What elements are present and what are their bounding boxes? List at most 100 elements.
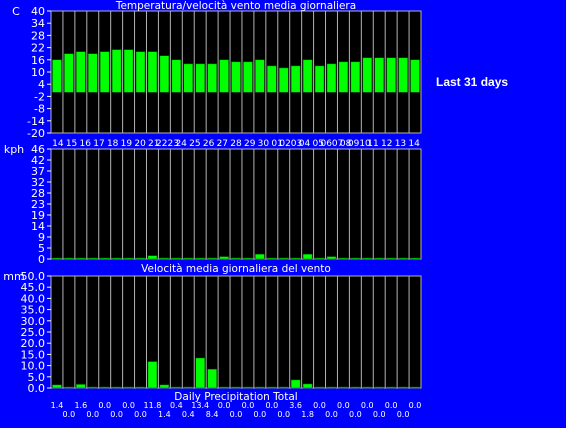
bar [386,386,396,389]
bar [410,59,420,93]
precip-value-label: 0.0 [373,410,386,419]
bar [159,384,170,389]
precip-value-label: 0.0 [361,401,374,410]
precip-value-label: 13.4 [191,401,209,410]
precip-value-label: 0.4 [182,410,195,419]
bar [267,386,277,389]
y-tick-label: 16 [31,54,45,67]
bar [243,257,253,260]
precip-value-label: 0.0 [63,410,76,419]
bar [255,59,265,93]
bar [231,61,241,93]
bar [410,386,420,389]
y-tick-label: 0 [38,253,45,266]
bar [123,257,134,260]
weather-charts-svg: 4034282216104-2-8-14-20C Temperatura/velo… [3,0,422,419]
bar [302,253,313,260]
precip-value-label: 0.0 [86,410,99,419]
x-tick-label: 18 [107,139,119,149]
precip-value-label: 0.0 [277,410,290,419]
bar [386,257,396,260]
bar [183,257,194,260]
bar [76,257,86,260]
bar [171,386,182,389]
bar [302,383,313,389]
x-tick-label: 12 [381,139,392,149]
bar [398,57,408,93]
bar [111,257,122,260]
weather-chart-stage: 40 34 28 22 16 10 4 -2 -8 -14 -20 C Temperatura/velo… [0,0,566,424]
bar [135,257,146,260]
bar [88,386,98,389]
bar [290,65,301,93]
bar [123,49,134,93]
bar [231,257,241,260]
bar [398,386,408,389]
precip-value-label: 0.0 [349,410,362,419]
bar [302,59,313,93]
bar [207,257,217,260]
bar [243,386,253,389]
bar [278,257,289,260]
bar [362,57,373,93]
bar [52,59,62,93]
x-tick-label: 19 [121,139,133,149]
bar [88,53,98,93]
bar [88,257,98,260]
x-tick-label: 11 [367,139,378,149]
y-tick-label: -14 [27,115,45,128]
precip-value-label: 0.0 [98,401,111,410]
x-tick-label: 16 [80,139,92,149]
precip-value-label: 0.0 [313,401,326,410]
bar [64,386,74,389]
bar [76,384,86,389]
bar [171,257,182,260]
bar [159,55,170,93]
bar [195,257,205,260]
x-tick-label: 27 [217,139,228,149]
precip-value-label: 0.0 [218,401,231,410]
precip-value-label: 0.0 [122,401,135,410]
bar [386,57,396,93]
precip-value-label: 0.0 [110,410,123,419]
x-tick-label: 26 [203,139,215,149]
x-tick-label: 14 [408,139,420,149]
y-tick-label: 4 [38,78,45,91]
bar [267,65,277,93]
bar [183,386,194,389]
plot-area-2 [50,148,422,260]
y-tick-label: 40 [31,5,45,18]
bar [135,51,146,93]
bar [350,61,361,93]
bar [219,59,229,93]
x-tick-label: 30 [258,139,270,149]
bar [338,257,349,260]
x-tick-label: 14 [52,139,64,149]
x-tick-label: 24 [175,139,187,149]
precip-value-label: 0.0 [242,401,255,410]
bar [64,257,74,260]
x-tick-label: 04 [299,139,311,149]
precip-value-label: 0.0 [385,401,398,410]
precip-value-label: 3.6 [289,401,302,410]
y-axis-unit: mm [3,270,24,283]
bar [326,256,337,260]
x-tick-label: 13 [395,139,406,149]
bar [255,253,265,260]
precip-value-label: 1.6 [74,401,87,410]
y-tick-label: -8 [34,103,45,116]
bar [52,384,62,389]
bar [195,63,205,93]
bar [410,257,420,260]
bar [99,257,110,260]
bar [326,386,337,389]
precip-value-label: 0.0 [230,410,243,419]
y-tick-label: 0.0 [28,382,46,395]
bar [147,361,158,389]
y-tick-label: 28 [31,29,45,42]
y-axis-unit: C [12,5,20,18]
bar [219,386,229,389]
bar [219,256,229,260]
bar [147,255,158,260]
precip-value-label: 0.0 [254,410,267,419]
